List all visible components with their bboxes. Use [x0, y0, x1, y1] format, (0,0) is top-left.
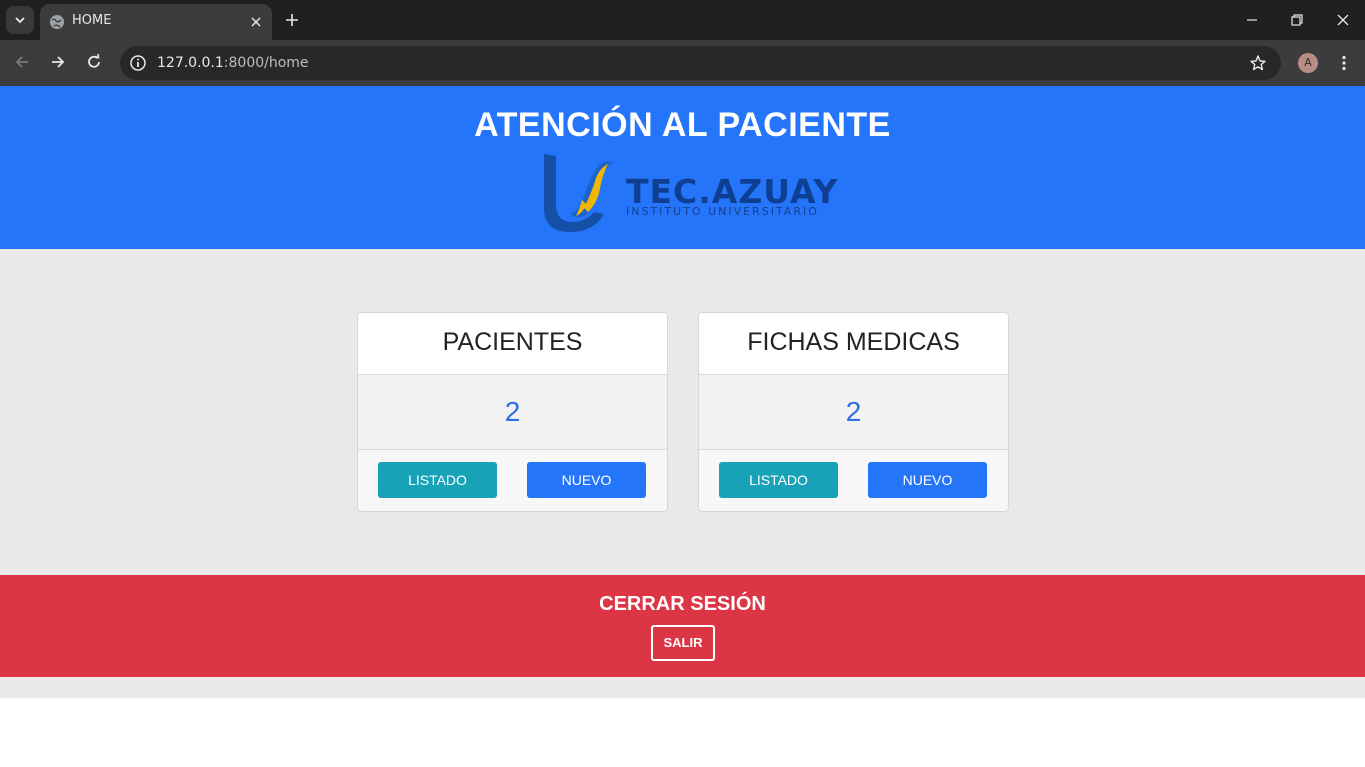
bookmark-star-icon[interactable] — [1249, 54, 1267, 72]
logo-emblem-icon — [544, 154, 614, 232]
more-options-icon[interactable] — [1335, 54, 1353, 72]
globe-icon — [50, 15, 64, 29]
logout-section: CERRAR SESIÓN SALIR — [0, 575, 1365, 677]
tab-title: HOME — [72, 13, 112, 28]
restore-icon[interactable] — [1289, 12, 1305, 28]
browser-toolbar: 127.0.0.1:8000/home — [0, 40, 1365, 86]
logout-button[interactable]: SALIR — [651, 625, 715, 661]
pacientes-nuevo-button[interactable]: NUEVO — [527, 462, 646, 498]
profile-avatar[interactable]: A — [1298, 53, 1318, 73]
site-info-icon[interactable] — [129, 54, 147, 72]
card-count: 2 — [699, 375, 1008, 450]
fichas-listado-button[interactable]: LISTADO — [719, 462, 838, 498]
browser-tab-active[interactable]: HOME — [40, 4, 272, 40]
plus-icon[interactable] — [284, 12, 300, 28]
logo-subtitle: INSTITUTO UNIVERSITARIO — [626, 205, 819, 218]
fichas-nuevo-button[interactable]: NUEVO — [868, 462, 987, 498]
pacientes-listado-button[interactable]: LISTADO — [378, 462, 497, 498]
card-fichas-medicas: FICHAS MEDICAS 2 LISTADO NUEVO — [698, 312, 1009, 512]
footer-strip — [0, 677, 1365, 698]
reload-icon[interactable] — [85, 53, 103, 71]
dashboard-area: PACIENTES 2 LISTADO NUEVO FICHAS MEDICAS… — [0, 249, 1365, 575]
card-title: PACIENTES — [358, 313, 667, 375]
url-host: 127.0.0.1 — [157, 55, 224, 71]
tab-search-button[interactable] — [6, 6, 34, 34]
page-header: ATENCIÓN AL PACIENTE TEC.AZUAY INSTITUTO… — [0, 86, 1365, 249]
minimize-icon[interactable] — [1244, 12, 1260, 28]
card-count: 2 — [358, 375, 667, 450]
page: ATENCIÓN AL PACIENTE TEC.AZUAY INSTITUTO… — [0, 86, 1365, 767]
address-bar[interactable]: 127.0.0.1:8000/home — [120, 46, 1281, 80]
logout-title: CERRAR SESIÓN — [599, 593, 766, 615]
card-title: FICHAS MEDICAS — [699, 313, 1008, 375]
url-path: :8000/home — [223, 55, 309, 71]
back-arrow-icon[interactable] — [13, 53, 31, 71]
forward-arrow-icon[interactable] — [49, 53, 67, 71]
window-close-icon[interactable] — [1335, 12, 1351, 28]
card-pacientes: PACIENTES 2 LISTADO NUEVO — [357, 312, 668, 512]
url-text[interactable]: 127.0.0.1:8000/home — [157, 55, 309, 71]
chevron-down-icon — [15, 17, 25, 24]
institution-logo: TEC.AZUAY INSTITUTO UNIVERSITARIO — [540, 152, 837, 236]
close-icon[interactable] — [248, 14, 264, 30]
browser-tab-bar: HOME — [0, 0, 1365, 40]
page-title: ATENCIÓN AL PACIENTE — [474, 106, 891, 144]
